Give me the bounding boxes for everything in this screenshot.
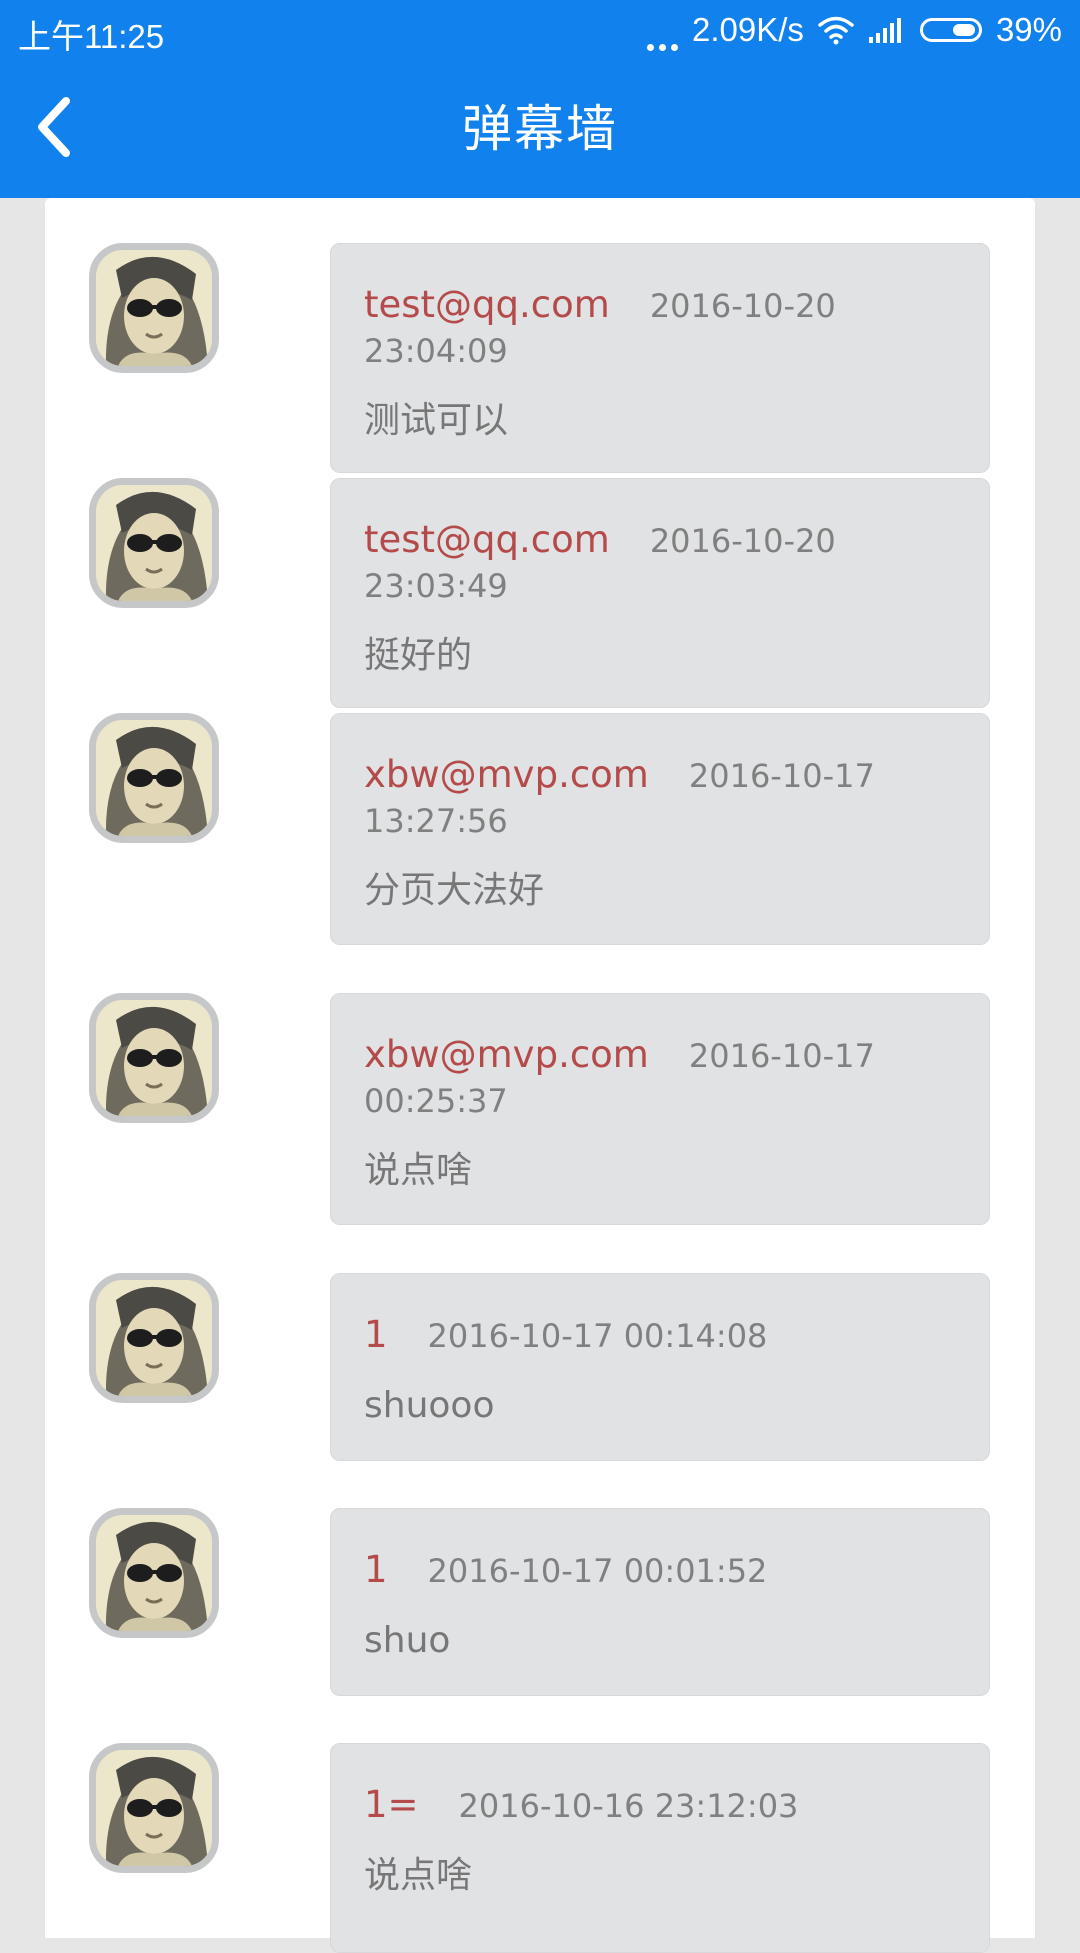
page-title: 弹幕墙: [462, 100, 618, 158]
battery-percent: 39%: [995, 11, 1062, 48]
battery-icon: [919, 18, 982, 42]
message-author: xbw@mvp.com: [364, 1033, 649, 1076]
avatar[interactable]: [89, 478, 219, 608]
message-author: 1: [364, 1313, 388, 1356]
message-time: 2016-10-16 23:12:03: [458, 1787, 799, 1825]
app-bar: 弹幕墙: [0, 60, 1080, 198]
avatar[interactable]: [89, 993, 219, 1123]
wifi-icon: [818, 16, 854, 45]
message-time: 2016-10-17 00:01:52: [427, 1552, 768, 1590]
avatar[interactable]: [89, 713, 219, 843]
message-bubble[interactable]: 1 2016-10-17 00:14:08 shuooo: [330, 1273, 990, 1461]
network-speed: 2.09K/s: [692, 11, 804, 48]
message-meta: 1 2016-10-17 00:01:52: [364, 1547, 957, 1594]
message-meta: test@qq.com 2016-10-20 23:03:49: [364, 517, 957, 609]
message-content: 测试可以: [364, 400, 509, 441]
more-dots-icon: [647, 9, 679, 51]
avatar[interactable]: [89, 1743, 219, 1873]
message-bubble[interactable]: test@qq.com 2016-10-20 23:04:09 测试可以: [330, 243, 990, 473]
message-time: 2016-10-17 00:14:08: [427, 1317, 768, 1355]
message-bubble[interactable]: xbw@mvp.com 2016-10-17 00:25:37 说点啥: [330, 993, 990, 1225]
status-time: 上午11:25: [18, 18, 165, 55]
message-content: 说点啥: [364, 1150, 473, 1191]
message-author: xbw@mvp.com: [364, 753, 649, 796]
message-content: 说点啥: [364, 1855, 473, 1896]
message-meta: xbw@mvp.com 2016-10-17 13:27:56: [364, 752, 957, 844]
avatar[interactable]: [89, 1273, 219, 1403]
message-meta: 1 2016-10-17 00:14:08: [364, 1312, 957, 1359]
message-author: 1=: [364, 1783, 419, 1826]
message-bubble[interactable]: test@qq.com 2016-10-20 23:03:49 挺好的: [330, 478, 990, 708]
message-author: test@qq.com: [364, 518, 610, 561]
message-author: 1: [364, 1548, 388, 1591]
message-meta: test@qq.com 2016-10-20 23:04:09: [364, 282, 957, 374]
message-wall[interactable]: test@qq.com 2016-10-20 23:04:09 测试可以 test@…: [45, 198, 1035, 1953]
status-bar: 上午11:25 2.09K/s 39%: [0, 0, 1080, 60]
signal-icon: [868, 18, 901, 43]
message-content: 分页大法好: [364, 870, 545, 911]
message-bubble[interactable]: 1= 2016-10-16 23:12:03 说点啥: [330, 1743, 990, 1953]
avatar[interactable]: [89, 1508, 219, 1638]
status-indicators: 2.09K/s 39%: [647, 9, 1062, 51]
message-bubble[interactable]: xbw@mvp.com 2016-10-17 13:27:56 分页大法好: [330, 713, 990, 945]
message-content: 挺好的: [364, 635, 473, 676]
message-meta: xbw@mvp.com 2016-10-17 00:25:37: [364, 1032, 957, 1124]
avatar[interactable]: [89, 243, 219, 373]
message-content: shuooo: [364, 1385, 495, 1426]
message-author: test@qq.com: [364, 283, 610, 326]
message-meta: 1= 2016-10-16 23:12:03: [364, 1782, 957, 1829]
message-bubble[interactable]: 1 2016-10-17 00:01:52 shuo: [330, 1508, 990, 1696]
message-content: shuo: [364, 1620, 451, 1661]
